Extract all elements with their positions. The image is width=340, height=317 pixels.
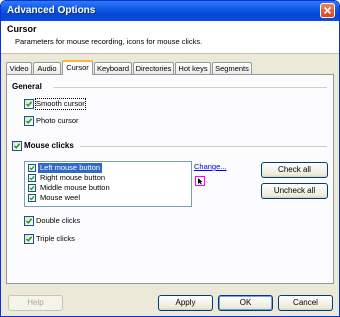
list-item[interactable]: Mouse weel <box>27 193 187 203</box>
list-item-checkbox[interactable] <box>28 184 36 192</box>
checkmark-icon <box>25 218 33 224</box>
mouse-clicks-group-label[interactable]: Mouse clicks <box>24 141 74 151</box>
checkmark-icon <box>25 101 33 107</box>
tab-cursor[interactable]: Cursor <box>62 60 93 75</box>
section-subtitle: Parameters for mouse recording, icons fo… <box>15 37 203 46</box>
double-clicks-label[interactable]: Double clicks <box>36 216 80 226</box>
check-all-button[interactable]: Check all <box>261 162 328 178</box>
cancel-button[interactable]: Cancel <box>278 295 333 311</box>
tab-directories[interactable]: Directories <box>133 62 174 74</box>
window-title: Advanced Options <box>7 5 96 16</box>
smooth-cursor-label[interactable]: Smooth cursor <box>35 98 86 110</box>
photo-cursor-checkbox[interactable] <box>24 116 34 126</box>
list-item[interactable]: Middle mouse button <box>27 183 187 193</box>
tab-keyboard[interactable]: Keyboard <box>94 62 132 74</box>
checkmark-icon <box>29 175 35 181</box>
tab-video[interactable]: Video <box>6 62 32 74</box>
checkmark-icon <box>29 165 35 171</box>
checkmark-icon <box>25 118 33 124</box>
section-title: Cursor <box>7 24 37 34</box>
cursor-tab-panel: General Smooth cursor Photo cursor Mouse… <box>6 74 334 284</box>
uncheck-all-button[interactable]: Uncheck all <box>261 183 328 199</box>
mouse-clicks-checkbox[interactable] <box>12 141 22 151</box>
change-icon-link[interactable]: Change... <box>194 162 227 171</box>
checkmark-icon <box>29 185 35 191</box>
close-button[interactable] <box>320 3 335 18</box>
list-item-checkbox[interactable] <box>28 164 36 172</box>
advanced-options-window: Advanced Options Cursor Parameters for m… <box>0 0 340 317</box>
general-group-label: General <box>12 82 42 91</box>
ok-button[interactable]: OK <box>218 295 273 311</box>
tab-hot-keys[interactable]: Hot keys <box>175 62 211 74</box>
list-item-label: Middle mouse button <box>40 183 110 192</box>
checkmark-icon <box>25 236 33 242</box>
triple-clicks-label[interactable]: Triple clicks <box>36 234 75 244</box>
section-header: Cursor Parameters for mouse recording, i… <box>1 21 339 54</box>
checkmark-icon <box>13 143 21 149</box>
list-item-label: Right mouse button <box>40 173 106 182</box>
list-item-label: Mouse weel <box>40 193 81 202</box>
triple-clicks-checkbox[interactable] <box>24 234 34 244</box>
close-icon <box>324 7 331 14</box>
photo-cursor-label[interactable]: Photo cursor <box>36 116 79 126</box>
mouse-clicks-separator <box>80 146 327 147</box>
list-item-checkbox[interactable] <box>28 174 36 182</box>
mouse-buttons-list[interactable]: Left mouse button Right mouse button Mid… <box>24 161 192 207</box>
list-item[interactable]: Right mouse button <box>27 173 187 183</box>
help-button[interactable]: Help <box>8 295 63 311</box>
cursor-icon <box>198 178 203 185</box>
tab-audio[interactable]: Audio <box>33 62 61 74</box>
click-icon-preview[interactable] <box>195 176 205 186</box>
list-item-label: Left mouse button <box>38 163 103 173</box>
double-clicks-checkbox[interactable] <box>24 216 34 226</box>
tab-segments[interactable]: Segments <box>212 62 252 74</box>
list-item[interactable]: Left mouse button <box>27 163 187 173</box>
title-bar[interactable]: Advanced Options <box>1 1 339 21</box>
checkmark-icon <box>29 195 35 201</box>
smooth-cursor-checkbox[interactable] <box>24 99 34 109</box>
general-separator <box>53 87 327 88</box>
list-item-checkbox[interactable] <box>28 194 36 202</box>
apply-button[interactable]: Apply <box>158 295 213 311</box>
